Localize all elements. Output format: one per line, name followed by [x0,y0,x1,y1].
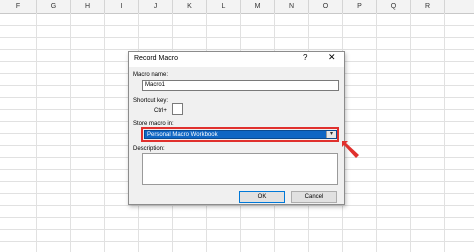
chevron-down-icon[interactable]: ▾ [326,131,336,138]
grid-line [0,229,474,230]
column-header-k[interactable]: K [173,0,207,13]
column-header-p[interactable]: P [343,0,377,13]
shortcut-key-label: Shortcut key: [133,98,169,104]
grid-line [0,205,474,206]
dialog-titlebar[interactable]: Record Macro ? ✕ [129,52,344,67]
close-button[interactable]: ✕ [328,52,336,63]
red-arrow-icon [342,141,359,158]
column-header-row: F G H I J K L M N O P Q R [0,0,474,14]
grid-line [0,37,474,38]
column-header-q[interactable]: Q [377,0,411,13]
column-header-h[interactable]: H [71,0,105,13]
help-button[interactable]: ? [303,53,307,62]
store-macro-value: Personal Macro Workbook [147,132,218,138]
column-header-n[interactable]: N [275,0,309,13]
ok-button[interactable]: OK [239,191,285,203]
column-header-f[interactable]: F [0,0,37,13]
column-header-r[interactable]: R [411,0,445,13]
grid-line [0,49,474,50]
macro-name-input[interactable]: Macro1 [142,80,339,91]
column-header-i[interactable]: I [105,0,139,13]
cancel-button[interactable]: Cancel [291,191,337,203]
column-header-j[interactable]: J [139,0,173,13]
grid-line [0,25,474,26]
column-header-o[interactable]: O [309,0,343,13]
column-header-m[interactable]: M [241,0,275,13]
macro-name-label: Macro name: [133,72,169,78]
column-header-g[interactable]: G [37,0,71,13]
shortcut-key-input[interactable] [172,103,183,115]
record-macro-dialog: Record Macro ? ✕ Macro name: Macro1 Shor… [128,51,345,205]
grid-line [0,241,474,242]
ctrl-label: Ctrl+ [154,108,167,114]
grid-line [0,217,474,218]
column-header-l[interactable]: L [207,0,241,13]
dialog-title: Record Macro [134,55,178,62]
store-macro-dropdown[interactable]: Personal Macro Workbook ▾ [144,130,337,139]
description-label: Description: [133,146,165,152]
description-input[interactable] [142,153,338,185]
